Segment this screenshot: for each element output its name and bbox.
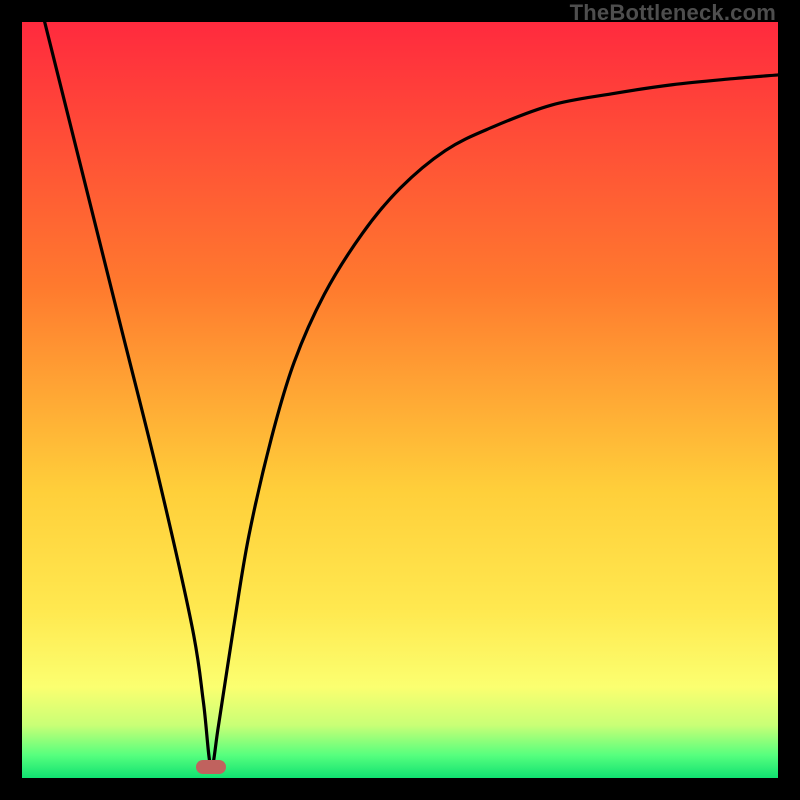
gradient-background	[22, 22, 778, 778]
chart-frame	[22, 22, 778, 778]
curve-minimum-marker	[196, 760, 226, 774]
chart-svg	[22, 22, 778, 778]
